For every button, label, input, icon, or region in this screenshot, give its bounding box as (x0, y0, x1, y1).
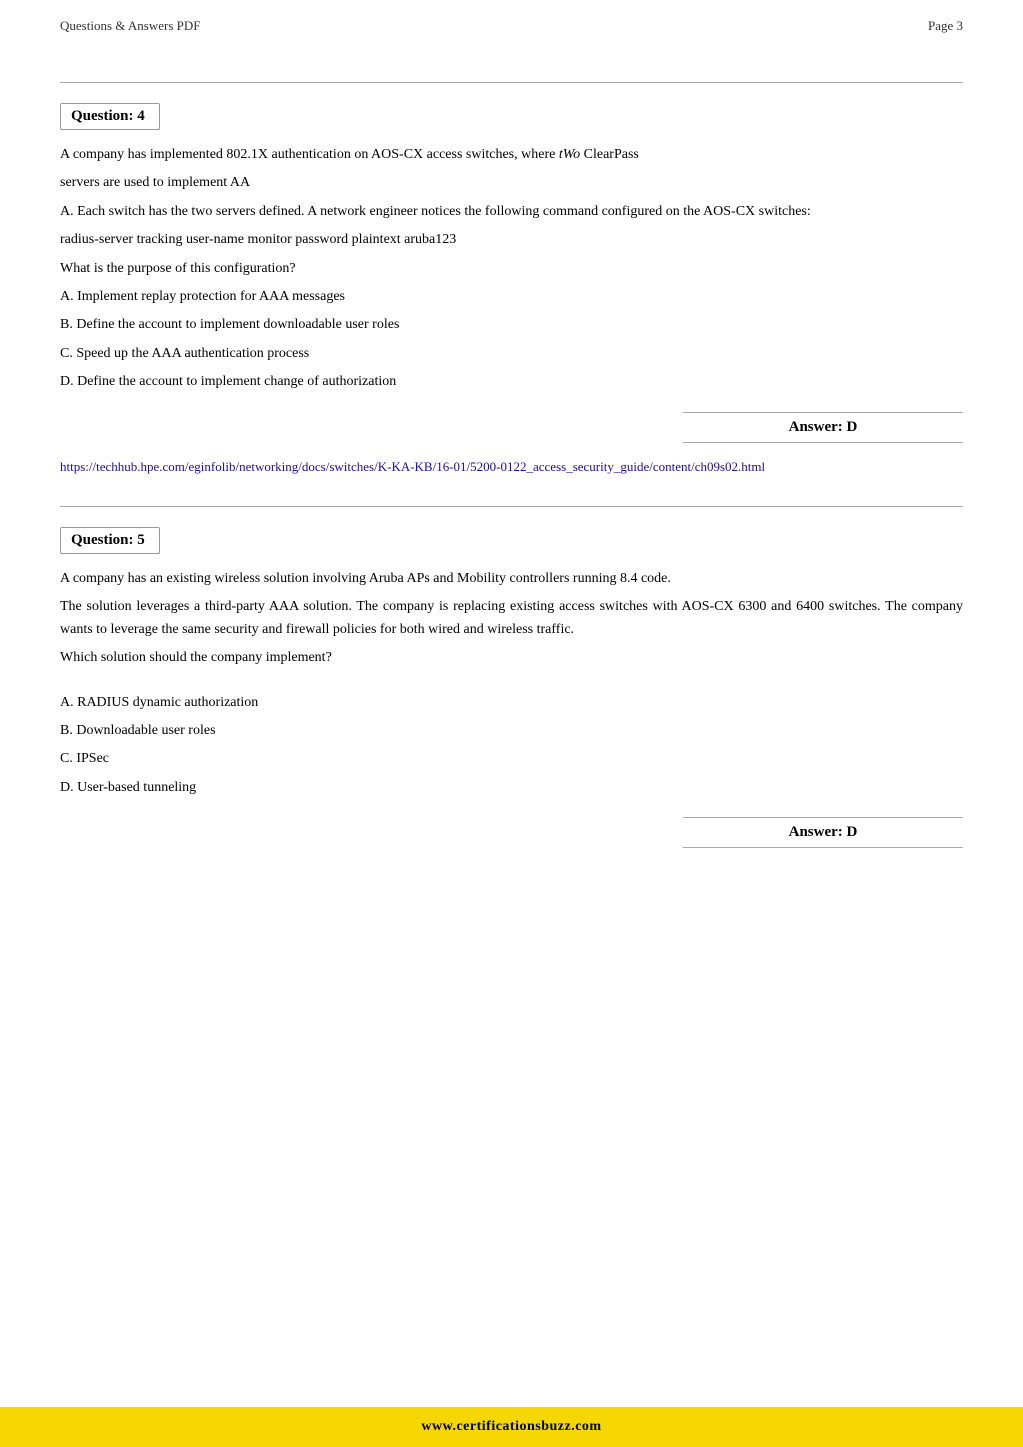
question-5-option-d: D. User-based tunneling (60, 777, 963, 799)
header-right-label: Page 3 (928, 18, 963, 34)
question-5-title-box: Question: 5 (60, 527, 160, 554)
question-4-answer-label: Answer: D (789, 419, 858, 435)
header-left-label: Questions & Answers PDF (60, 18, 201, 34)
question-4-reference: https://techhub.hpe.com/eginfolib/networ… (60, 457, 963, 477)
question-4-block: Question: 4 A company has implemented 80… (60, 82, 963, 476)
question-5-line-1: A company has an existing wireless solut… (60, 568, 963, 590)
question-4-option-d: D. Define the account to implement chang… (60, 371, 963, 393)
question-5-answer-label: Answer: D (789, 824, 858, 840)
question-5-answer-section: Answer: D (60, 817, 963, 848)
question-4-divider-top (60, 82, 963, 83)
question-5-title: Question: 5 (71, 532, 145, 548)
question-5-divider-top (60, 506, 963, 507)
question-4-line-1: A company has implemented 802.1X authent… (60, 144, 963, 166)
footer-text: www.certificationsbuzz.com (421, 1419, 601, 1434)
question-4-title-box: Question: 4 (60, 103, 160, 130)
question-4-line-4: radius-server tracking user-name monitor… (60, 229, 963, 251)
question-4-answer-section: Answer: D (60, 412, 963, 443)
question-4-option-c: C. Speed up the AAA authentication proce… (60, 343, 963, 365)
question-4-option-a: A. Implement replay protection for AAA m… (60, 286, 963, 308)
tWo-text: tWo (559, 147, 580, 162)
question-4-answer-box: Answer: D (683, 412, 963, 443)
page-header: Questions & Answers PDF Page 3 (0, 0, 1023, 44)
page-footer: www.certificationsbuzz.com (0, 1407, 1023, 1447)
question-5-line-3: Which solution should the company implem… (60, 647, 963, 669)
question-4-line-5: What is the purpose of this configuratio… (60, 258, 963, 280)
question-4-title: Question: 4 (71, 108, 145, 124)
question-5-option-b: B. Downloadable user roles (60, 720, 963, 742)
question-4-line-3: A. Each switch has the two servers defin… (60, 201, 963, 223)
question-5-block: Question: 5 A company has an existing wi… (60, 506, 963, 848)
question-5-answer-box: Answer: D (683, 817, 963, 848)
main-content: Question: 4 A company has implemented 80… (0, 44, 1023, 958)
question-4-line-2: servers are used to implement AA (60, 172, 963, 194)
question-5-line-2: The solution leverages a third-party AAA… (60, 596, 963, 641)
question-4-reference-text: https://techhub.hpe.com/eginfolib/networ… (60, 459, 765, 474)
question-5-option-a: A. RADIUS dynamic authorization (60, 692, 963, 714)
question-4-option-b: B. Define the account to implement downl… (60, 314, 963, 336)
question-5-option-c: C. IPSec (60, 748, 963, 770)
